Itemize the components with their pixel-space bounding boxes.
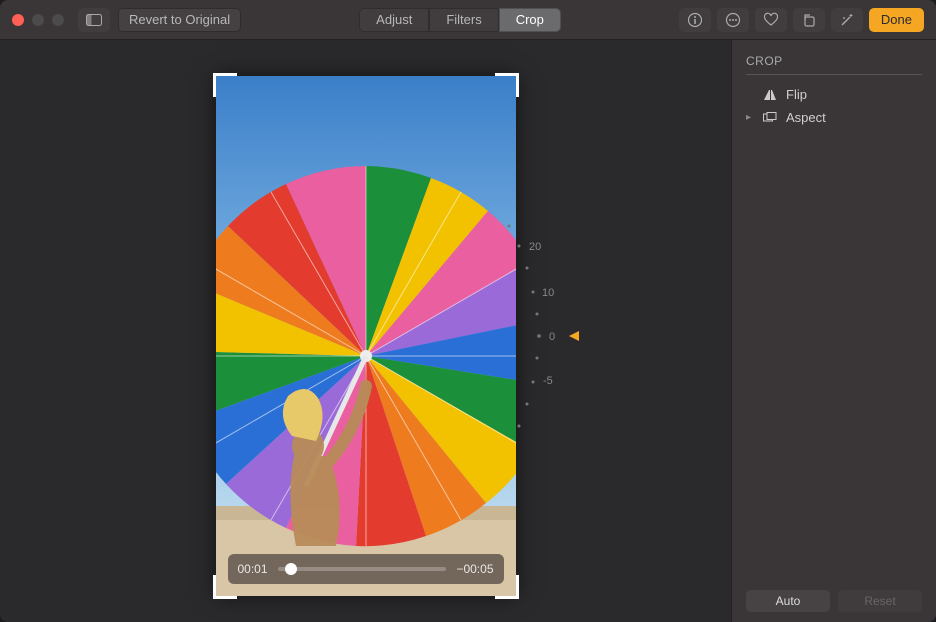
edit-mode-tabs: Adjust Filters Crop (359, 8, 561, 32)
more-button[interactable] (717, 8, 749, 32)
sidebar-spacer (746, 129, 922, 590)
reset-label: Reset (864, 594, 895, 608)
revert-label: Revert to Original (129, 12, 230, 27)
favorite-button[interactable] (755, 8, 787, 32)
aspect-icon (762, 112, 778, 124)
crop-handle-top-left[interactable] (213, 73, 237, 97)
flip-icon (762, 89, 778, 101)
ellipsis-icon (725, 12, 741, 28)
scrubber-track[interactable] (278, 567, 447, 571)
done-label: Done (881, 12, 912, 27)
close-window-button[interactable] (12, 14, 24, 26)
sidebar-toggle-button[interactable] (78, 8, 110, 32)
revert-button[interactable]: Revert to Original (118, 8, 241, 32)
tab-label: Adjust (376, 12, 412, 27)
fullscreen-window-button[interactable] (52, 14, 64, 26)
tab-filters[interactable]: Filters (429, 8, 498, 32)
aspect-label: Aspect (786, 110, 826, 125)
auto-label: Auto (776, 594, 801, 608)
minimize-window-button[interactable] (32, 14, 44, 26)
elapsed-time: 00:01 (238, 562, 268, 576)
heart-icon (763, 12, 779, 28)
rotate-dial-svg: 20 10 0 -5 (471, 206, 591, 466)
info-icon (687, 12, 703, 28)
rotate-button[interactable] (793, 8, 825, 32)
sidebar-title: CROP (746, 54, 922, 75)
chevron-right-icon: ▸ (746, 112, 754, 123)
dial-tick-label: 0 (549, 331, 555, 343)
auto-button[interactable]: Auto (746, 590, 830, 612)
tab-adjust[interactable]: Adjust (359, 8, 429, 32)
sidebar-footer: Auto Reset (746, 590, 922, 612)
tab-crop[interactable]: Crop (499, 8, 561, 32)
flip-label: Flip (786, 87, 807, 102)
auto-enhance-button[interactable] (831, 8, 863, 32)
crop-frame[interactable]: 00:01 −00:05 (216, 76, 516, 596)
reset-button[interactable]: Reset (838, 590, 922, 612)
right-toolbar: Done (679, 8, 924, 32)
scrubber-thumb[interactable] (285, 563, 297, 575)
aspect-item[interactable]: ▸ Aspect (746, 106, 922, 129)
video-scrubber[interactable]: 00:01 −00:05 (228, 554, 504, 584)
dial-tick-label: 20 (529, 241, 541, 253)
flip-item[interactable]: Flip (746, 83, 922, 106)
tab-label: Filters (446, 12, 481, 27)
dial-tick-label: -5 (543, 375, 553, 387)
crop-sidebar: CROP Flip ▸ Aspect (731, 40, 936, 622)
info-button[interactable] (679, 8, 711, 32)
rotate-dial[interactable]: 20 10 0 -5 (471, 206, 591, 466)
remaining-time: −00:05 (456, 562, 493, 576)
content-area: 00:01 −00:05 (0, 40, 936, 622)
photos-edit-window: Revert to Original Adjust Filters Crop (0, 0, 936, 622)
wand-icon (839, 12, 855, 28)
window-controls (12, 14, 64, 26)
dial-tick-label: 10 (542, 287, 554, 299)
titlebar: Revert to Original Adjust Filters Crop (0, 0, 936, 40)
sidebar-icon (86, 14, 102, 26)
tab-label: Crop (516, 12, 544, 27)
done-button[interactable]: Done (869, 8, 924, 32)
rotate-icon (801, 12, 817, 28)
crop-handle-top-right[interactable] (495, 73, 519, 97)
canvas-area: 00:01 −00:05 (0, 40, 731, 622)
